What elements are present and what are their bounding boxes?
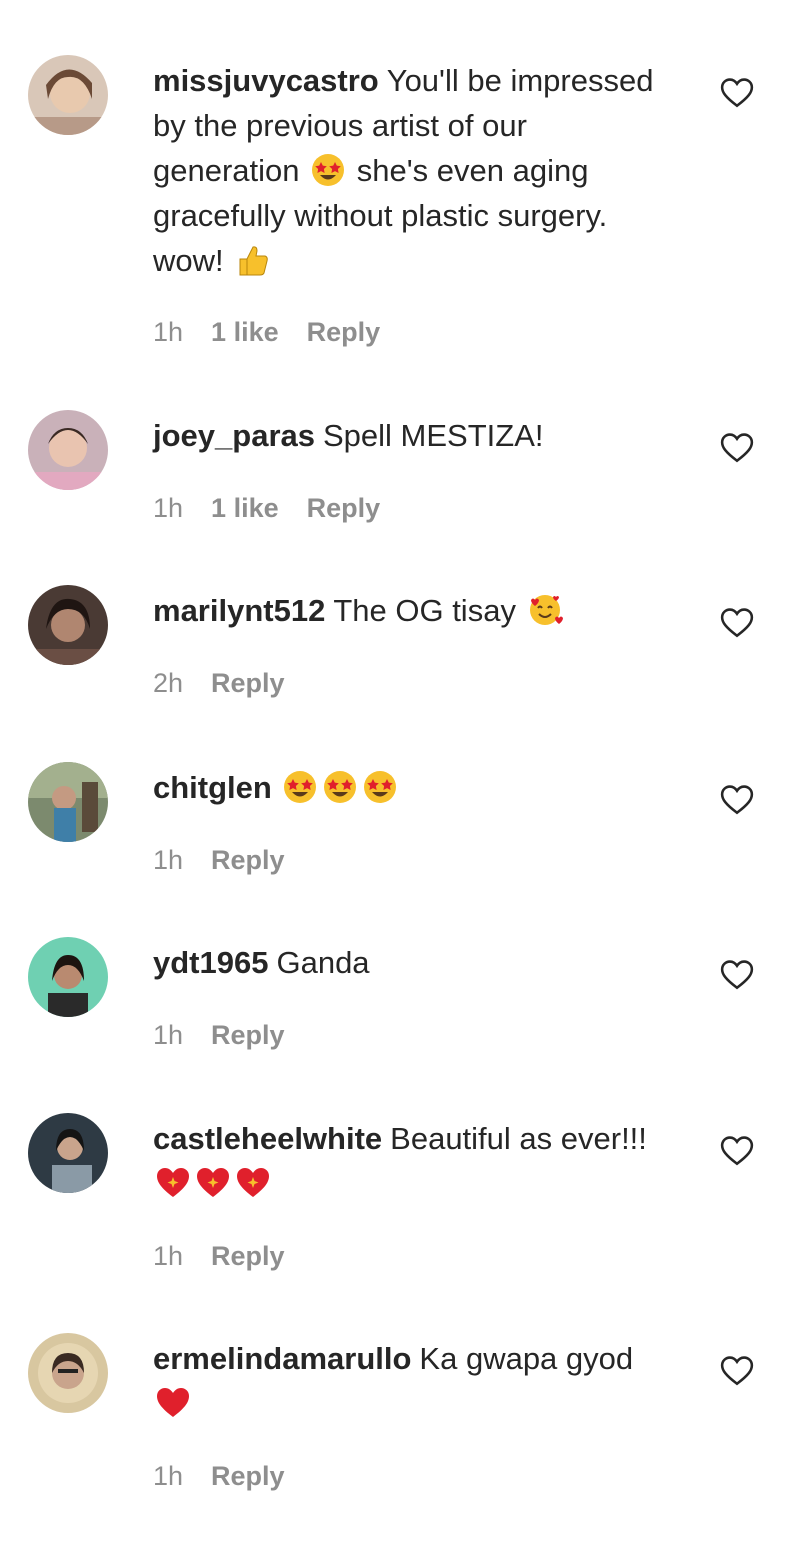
comment-username[interactable]: castleheelwhite [153, 1121, 382, 1156]
avatar[interactable] [28, 762, 108, 842]
reply-button[interactable]: Reply [211, 1241, 285, 1271]
avatar[interactable] [28, 1333, 108, 1413]
comment-likes[interactable]: 1 like [211, 493, 279, 523]
comment-username[interactable]: joey_paras [153, 418, 315, 453]
comment-text: ermelindamarullo Ka gwapa gyod [153, 1336, 673, 1426]
sparkling-heart-emoji [155, 1165, 191, 1201]
star-struck-emoji [282, 769, 318, 805]
comment-timestamp: 1h [153, 493, 184, 523]
comment-body: Spell MESTIZA! [323, 418, 544, 453]
reply-button[interactable]: Reply [307, 317, 381, 347]
avatar[interactable] [28, 410, 108, 490]
comment-meta: 1h Reply [153, 1241, 313, 1272]
comment-body: Ka gwapa gyod [419, 1341, 634, 1376]
like-heart-icon[interactable] [720, 1355, 754, 1387]
star-struck-emoji [322, 769, 358, 805]
comment-username[interactable]: ydt1965 [153, 945, 268, 980]
like-heart-icon[interactable] [720, 607, 754, 639]
comment-meta: 1h Reply [153, 1461, 313, 1492]
star-struck-emoji [362, 769, 398, 805]
star-struck-emoji [310, 152, 346, 188]
comment-timestamp: 1h [153, 1461, 184, 1491]
comment-timestamp: 1h [153, 845, 184, 875]
comment-meta: 1h Reply [153, 845, 313, 876]
like-heart-icon[interactable] [720, 784, 754, 816]
comment-body: Beautiful as ever!!! [390, 1121, 647, 1156]
comment-text: missjuvycastro You'll be impressed by the… [153, 58, 673, 283]
comment-meta: 2h Reply [153, 668, 313, 699]
like-heart-icon[interactable] [720, 432, 754, 464]
comment-username[interactable]: missjuvycastro [153, 63, 379, 98]
avatar[interactable] [28, 937, 108, 1017]
avatar[interactable] [28, 1113, 108, 1193]
reply-button[interactable]: Reply [211, 1020, 285, 1050]
sparkling-heart-emoji [195, 1165, 231, 1201]
like-heart-icon[interactable] [720, 77, 754, 109]
avatar[interactable] [28, 55, 108, 135]
reply-button[interactable]: Reply [211, 668, 285, 698]
reply-button[interactable]: Reply [307, 493, 381, 523]
comment-username[interactable]: ermelindamarullo [153, 1341, 411, 1376]
comment-meta: 1h 1 like Reply [153, 317, 408, 348]
comment-meta: 1h Reply [153, 1020, 313, 1051]
comment-timestamp: 1h [153, 1020, 184, 1050]
red-heart-emoji [155, 1385, 191, 1421]
reply-button[interactable]: Reply [211, 1461, 285, 1491]
sparkling-heart-emoji [235, 1165, 271, 1201]
comment-likes[interactable]: 1 like [211, 317, 279, 347]
like-heart-icon[interactable] [720, 1135, 754, 1167]
comment-timestamp: 1h [153, 317, 184, 347]
reply-button[interactable]: Reply [211, 845, 285, 875]
comment-timestamp: 1h [153, 1241, 184, 1271]
comment-text: joey_paras Spell MESTIZA! [153, 413, 673, 458]
comment-text: castleheelwhite Beautiful as ever!!! [153, 1116, 673, 1206]
avatar[interactable] [28, 585, 108, 665]
comment-body: The OG tisay [333, 593, 525, 628]
comment-text: ydt1965 Ganda [153, 940, 673, 985]
like-heart-icon[interactable] [720, 959, 754, 991]
comment-username[interactable]: chitglen [153, 770, 272, 805]
comment-timestamp: 2h [153, 668, 184, 698]
comment-meta: 1h 1 like Reply [153, 493, 408, 524]
comment-text: chitglen [153, 765, 673, 810]
smiling-face-with-hearts-emoji [527, 592, 563, 628]
comment-username[interactable]: marilynt512 [153, 593, 325, 628]
comment-text: marilynt512 The OG tisay [153, 588, 673, 633]
thumbs-up-emoji [234, 242, 270, 278]
comment-body: Ganda [276, 945, 370, 980]
